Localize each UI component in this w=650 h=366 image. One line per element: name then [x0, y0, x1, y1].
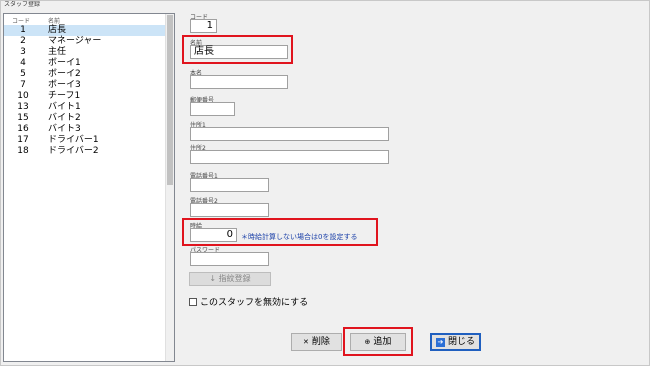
- checkbox-box[interactable]: [189, 297, 197, 306]
- staff-list[interactable]: コード 名前 1 店長 2 マネージャー 3 主任 4 ボーイ1 5 ボーイ2 7 ボーイ3 10 チーフ…: [3, 13, 175, 362]
- list-item[interactable]: 10 チーフ1: [4, 91, 166, 102]
- name-field[interactable]: 店長: [190, 45, 288, 59]
- list-item-code: 4: [20, 58, 26, 68]
- list-item-name: バイト1: [48, 102, 81, 112]
- scrollbar-thumb[interactable]: [167, 15, 173, 185]
- fingerprint-button[interactable]: ↓ 指紋登録: [189, 272, 271, 286]
- password-field[interactable]: [190, 252, 269, 266]
- disable-staff-checkbox[interactable]: このスタッフを無効にする: [189, 295, 308, 308]
- list-item-name: バイト3: [48, 124, 81, 134]
- phone2-field[interactable]: [190, 203, 269, 217]
- close-button-label: 閉じる: [447, 337, 475, 347]
- address2-field[interactable]: [190, 150, 389, 164]
- list-item-name: ボーイ2: [48, 69, 81, 79]
- address1-field[interactable]: [190, 127, 389, 141]
- postal-field[interactable]: [190, 102, 235, 116]
- list-item[interactable]: 16 バイト3: [4, 124, 166, 135]
- list-item[interactable]: 3 主任: [4, 47, 166, 58]
- phone1-field[interactable]: [190, 178, 269, 192]
- add-icon: ⊕: [364, 338, 371, 346]
- list-item-name: ドライバー2: [48, 146, 99, 156]
- list-item-code: 16: [17, 124, 29, 134]
- delete-button-label: 削除: [311, 337, 330, 347]
- list-scrollbar[interactable]: [165, 14, 174, 361]
- list-item[interactable]: 13 バイト1: [4, 102, 166, 113]
- list-item-code: 17: [17, 135, 29, 145]
- list-item-code: 5: [20, 69, 26, 79]
- list-item-code: 10: [17, 91, 29, 101]
- add-button-label: 追加: [373, 337, 392, 347]
- list-item-code: 18: [17, 146, 29, 156]
- fingerprint-button-label: 指紋登録: [218, 274, 251, 283]
- list-item[interactable]: 17 ドライバー1: [4, 135, 166, 146]
- delete-icon: ✕: [303, 338, 309, 346]
- list-item[interactable]: 5 ボーイ2: [4, 69, 166, 80]
- hourly-note: ＊時給計算しない場合は0を設定する: [241, 233, 358, 241]
- list-item-name: ドライバー1: [48, 135, 99, 145]
- header-code[interactable]: コード: [12, 16, 30, 25]
- list-item[interactable]: 18 ドライバー2: [4, 146, 166, 157]
- add-button[interactable]: ⊕ 追加: [350, 333, 406, 351]
- list-item-name: マネージャー: [48, 36, 102, 46]
- list-item-code: 15: [17, 113, 29, 123]
- list-item-name: チーフ1: [48, 91, 81, 101]
- list-item-code: 7: [20, 80, 26, 90]
- list-item[interactable]: 7 ボーイ3: [4, 80, 166, 91]
- list-item-code: 3: [20, 47, 26, 57]
- list-item-code: 13: [17, 102, 29, 112]
- close-button[interactable]: ➔ 閉じる: [430, 333, 481, 351]
- list-item-code: 1: [20, 25, 26, 35]
- list-item-name: 店長: [48, 25, 67, 35]
- list-rows: 1 店長 2 マネージャー 3 主任 4 ボーイ1 5 ボーイ2 7 ボーイ3 10 チーフ1 13 バイト1…: [4, 25, 166, 157]
- real-name-field[interactable]: [190, 75, 288, 89]
- code-field[interactable]: 1: [190, 19, 217, 33]
- list-item-code: 2: [20, 36, 26, 46]
- list-item-name: 主任: [48, 47, 67, 57]
- hourly-field[interactable]: 0: [190, 228, 237, 242]
- arrow-down-icon: ↓: [209, 274, 219, 283]
- list-item-name: ボーイ3: [48, 80, 81, 90]
- list-item-name: バイト2: [48, 113, 81, 123]
- header-name[interactable]: 名前: [48, 16, 60, 25]
- exit-icon: ➔: [435, 337, 445, 347]
- list-item[interactable]: 15 バイト2: [4, 113, 166, 124]
- delete-button[interactable]: ✕ 削除: [291, 333, 342, 351]
- window-title: スタッフ登録: [4, 1, 41, 8]
- list-item-name: ボーイ1: [48, 58, 81, 68]
- disable-staff-label: このスタッフを無効にする: [200, 298, 309, 308]
- list-item[interactable]: 1 店長: [4, 25, 166, 36]
- list-item[interactable]: 4 ボーイ1: [4, 58, 166, 69]
- list-item[interactable]: 2 マネージャー: [4, 36, 166, 47]
